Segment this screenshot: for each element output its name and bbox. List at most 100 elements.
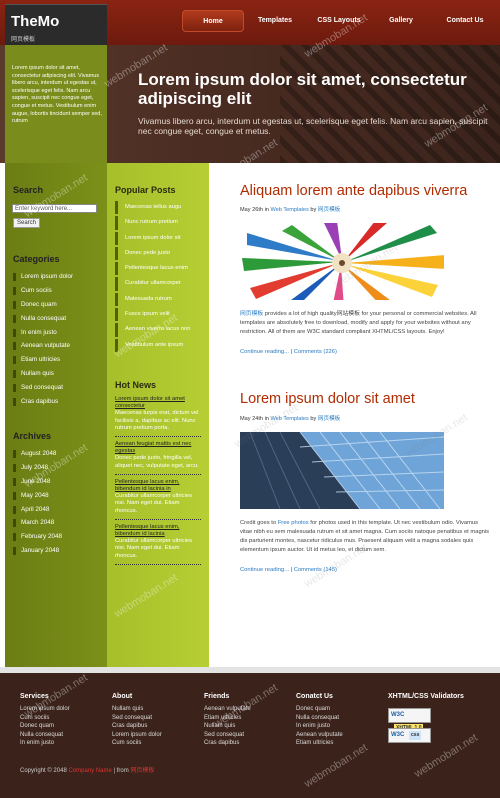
from-link[interactable]: 网页模板	[130, 768, 154, 774]
popular-item[interactable]: Pellentesque lacus enim	[115, 262, 203, 276]
hot-news-list: Lorem ipsum dolor sit amet consectetur M…	[115, 396, 201, 569]
archives-heading: Archives	[13, 431, 52, 441]
post-date: May 26th in	[240, 207, 269, 213]
footer-contact: Conatct Us Donec quam Nulla consequat In…	[296, 693, 376, 748]
popular-item[interactable]: Fusce ipsum velit	[115, 308, 203, 322]
nav-css-layouts[interactable]: CSS Layouts	[306, 10, 372, 32]
popular-item[interactable]: Malesuada rutrum	[115, 292, 203, 307]
continue-reading-link[interactable]: Continue reading...	[240, 567, 289, 573]
search-button[interactable]: Search	[13, 218, 40, 228]
footer-link[interactable]: In enim justo	[20, 739, 100, 748]
hot-news-title[interactable]: Lorem ipsum dolor sit amet consectetur	[115, 396, 201, 410]
footer-link[interactable]: Sed consequat	[112, 714, 192, 723]
category-item[interactable]: Nulla consequat	[11, 312, 73, 326]
footer-link[interactable]: Etiam ultricies	[296, 739, 376, 748]
post-category-link[interactable]: Web Templates	[270, 416, 308, 422]
company-link[interactable]: Company Name	[68, 768, 111, 774]
footer-link[interactable]: Nullam quis	[204, 722, 284, 731]
post-body: 网页模板 provides a lot of high quality网站模板 …	[240, 310, 490, 337]
hot-news-item: Pellentesque lacus enim, bibendum id lac…	[115, 524, 201, 565]
category-item[interactable]: Cum sociis	[11, 284, 73, 298]
xhtml-valid-badge[interactable]: W3C XHTML 1.0	[388, 708, 431, 733]
footer-link[interactable]: Nullam quis	[112, 705, 192, 714]
footer-heading: XHTML/CSS Validators	[388, 693, 464, 700]
footer-link[interactable]: Aenean vulputate	[204, 705, 284, 714]
nav-contact[interactable]: Contact Us	[432, 10, 498, 32]
logo[interactable]: TheMo 网页模板	[5, 4, 107, 45]
footer-link[interactable]: Cum sociis	[20, 714, 100, 723]
popular-item[interactable]: Vestibulum ante ipsum	[115, 338, 203, 352]
popular-item[interactable]: Donec pede justo	[115, 246, 203, 261]
comments-link[interactable]: Comments (226)	[294, 349, 337, 355]
post-links-separator: |	[290, 349, 293, 355]
post-title[interactable]: Aliquam lorem ante dapibus viverra	[240, 183, 467, 199]
popular-item[interactable]: Maecenas tellus augu	[115, 201, 203, 215]
hot-news-title[interactable]: Pellentesque lacus enim, bibendum id lac…	[115, 524, 201, 538]
hot-news-title[interactable]: Pellentesque lacus enim, bibendum id lac…	[115, 479, 201, 493]
popular-item[interactable]: Lorem ipsum dolor sit	[115, 231, 203, 245]
post-meta: May 26th in Web Templates by 网页模板	[240, 205, 340, 213]
footer-link[interactable]: Cras dapibus	[112, 722, 192, 731]
nav-home[interactable]: Home	[182, 10, 244, 32]
footer-link[interactable]: Nulla consequat	[20, 731, 100, 740]
archive-item[interactable]: June 2048	[11, 475, 62, 489]
category-item[interactable]: Aenean vulputate	[11, 339, 73, 353]
categories-heading: Categories	[13, 254, 60, 264]
category-item[interactable]: Etiam ultricies	[11, 353, 73, 367]
w3c-label: W3C	[391, 732, 405, 738]
nav-templates[interactable]: Templates	[244, 10, 306, 32]
category-item[interactable]: Cras dapibus	[11, 395, 73, 409]
footer-link[interactable]: Cras dapibus	[204, 739, 284, 748]
post-title[interactable]: Lorem ipsum dolor sit amet	[240, 391, 415, 407]
css-valid-badge[interactable]: W3C css	[388, 728, 431, 743]
building-illustration	[240, 432, 444, 509]
footer-link[interactable]: Lorem ipsum dolor	[20, 705, 100, 714]
archive-item[interactable]: August 2048	[11, 447, 62, 461]
post-body-link[interactable]: 网页模板	[240, 311, 263, 317]
post-meta: May 24th in Web Templates by 网页模板	[240, 414, 340, 422]
footer-link[interactable]: Etiam ultricies	[204, 714, 284, 723]
category-item[interactable]: Donec quam	[11, 298, 73, 312]
footer-link[interactable]: Donec quam	[296, 705, 376, 714]
footer-link[interactable]: Lorem ipsum dolor	[112, 731, 192, 740]
category-item[interactable]: Lorem ipsum dolor	[11, 270, 73, 284]
post-author-link[interactable]: 网页模板	[318, 207, 340, 213]
archive-item[interactable]: March 2048	[11, 516, 62, 530]
category-item[interactable]: Sed consequat	[11, 381, 73, 395]
footer-link[interactable]: Donec quam	[20, 722, 100, 731]
comments-link[interactable]: Comments (145)	[294, 567, 337, 573]
archive-item[interactable]: February 2048	[11, 530, 62, 544]
archive-item[interactable]: January 2048	[11, 544, 62, 558]
post-category-link[interactable]: Web Templates	[270, 207, 308, 213]
post-body-link[interactable]: Free photos	[278, 520, 309, 526]
footer-heading: Friends	[204, 693, 230, 700]
post-by: by	[310, 416, 317, 422]
css-label: css	[409, 731, 422, 740]
popular-item[interactable]: Aenean viverra lacus non	[115, 323, 203, 337]
archive-item[interactable]: April 2048	[11, 503, 62, 517]
archive-item[interactable]: July 2048	[11, 461, 62, 475]
footer-link[interactable]: Cum sociis	[112, 739, 192, 748]
continue-reading-link[interactable]: Continue reading...	[240, 349, 289, 355]
copyright: Copyright © 2048 Company Name | from 网页模…	[20, 765, 154, 774]
hot-news-title[interactable]: Aenean feugiat mattis est nec egestas	[115, 441, 201, 455]
popular-item[interactable]: Nunc rutrum pretium	[115, 216, 203, 230]
logo-title: TheMo	[11, 13, 60, 30]
nav-gallery[interactable]: Gallery	[372, 10, 430, 32]
footer-link[interactable]: Nulla consequat	[296, 714, 376, 723]
hot-news-text: Curabitur ullamcorper ultricies nisi. Na…	[115, 493, 192, 514]
archive-item[interactable]: May 2048	[11, 489, 62, 503]
popular-item[interactable]: Curabitur ullamcorper	[115, 277, 203, 291]
post-author-link[interactable]: 网页模板	[318, 416, 340, 422]
footer-link[interactable]: Sed consequat	[204, 731, 284, 740]
footer-about: About Nullam quis Sed consequat Cras dap…	[112, 693, 192, 748]
footer-link[interactable]: Aenean vulputate	[296, 731, 376, 740]
footer-link[interactable]: In enim justo	[296, 722, 376, 731]
post-image-building	[240, 432, 444, 509]
category-item[interactable]: In enim justo	[11, 326, 73, 340]
category-item[interactable]: Nullam quis	[11, 367, 73, 381]
search-input[interactable]: Enter keyword here...	[12, 204, 97, 213]
hot-news-heading: Hot News	[115, 380, 157, 390]
search-heading: Search	[13, 185, 44, 195]
left-sidebar	[5, 163, 107, 667]
